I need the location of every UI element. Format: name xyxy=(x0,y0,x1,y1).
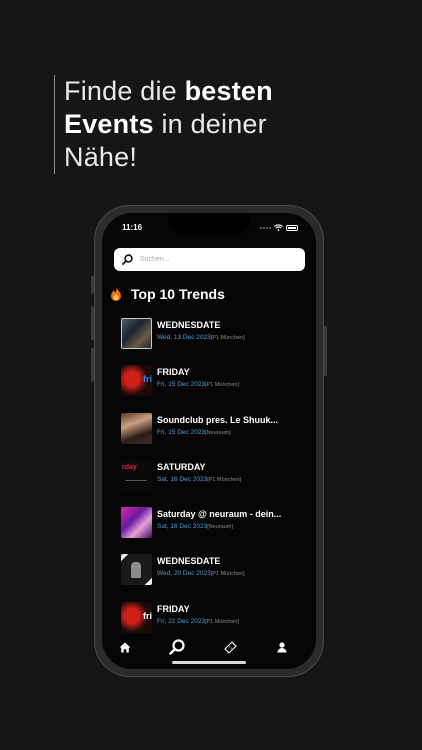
thumbnail-text-decoration: fri xyxy=(143,374,152,385)
phone-power-button xyxy=(324,326,327,376)
phone-volume-down xyxy=(91,348,94,382)
headline-line-3: Nähe! xyxy=(64,141,384,174)
event-date: Sat, 16 Dec 2023 xyxy=(157,523,208,531)
event-name: WEDNESDATE xyxy=(157,320,221,330)
event-date: Sat, 16 Dec 2023 xyxy=(157,475,208,483)
fire-icon xyxy=(111,287,121,301)
tab-profile[interactable] xyxy=(272,637,292,657)
signal-icon xyxy=(260,226,271,229)
event-item[interactable]: WEDNESDATE Wed, 13 Dec 2023[P1 München] xyxy=(121,318,311,365)
event-name: FRIDAY xyxy=(157,603,190,614)
event-item[interactable]: rday SATURDAY Sat, 16 Dec 2023[P1 Münche… xyxy=(121,459,311,507)
section-header: Top 10 Trends xyxy=(110,286,225,302)
thumbnail-line-decoration xyxy=(125,479,147,481)
headline-emphasis: Events xyxy=(64,109,154,139)
event-date: Wed, 13 Dec 2023 xyxy=(157,334,211,341)
tab-tickets[interactable] xyxy=(220,637,240,657)
search-icon xyxy=(169,639,185,655)
marketing-headline: Finde die besten Events in deiner Nähe! xyxy=(54,75,384,174)
event-thumbnail: rday xyxy=(121,459,152,491)
event-thumbnail xyxy=(121,412,152,444)
event-item[interactable]: Soundclub pres. Le Shuuk... Fri, 15 Dec … xyxy=(121,412,311,460)
phone-frame: 11:16 Top 10 Trend xyxy=(91,205,327,677)
event-date: Fri, 15 Dec 2023 xyxy=(157,428,206,436)
status-time: 11:16 xyxy=(122,223,143,232)
headline-text: Nähe! xyxy=(64,142,138,172)
profile-icon xyxy=(277,641,287,652)
event-name: Soundclub pres. Le Shuuk... xyxy=(157,414,279,425)
section-title: Top 10 Trends xyxy=(131,286,225,302)
home-indicator[interactable] xyxy=(172,661,246,664)
thumbnail-text-decoration: fri xyxy=(143,610,152,621)
event-date: Fri, 15 Dec 2023 xyxy=(157,381,206,389)
event-item[interactable]: fri FRIDAY Fri, 15 Dec 2023[P1 München] xyxy=(121,365,311,412)
headline-text: in deiner xyxy=(153,109,267,139)
home-icon xyxy=(119,642,131,652)
headline-line-1: Finde die besten xyxy=(64,75,384,108)
event-thumbnail xyxy=(121,507,152,539)
phone-mute-switch xyxy=(91,276,94,294)
event-date: Wed, 20 Dec 2023 xyxy=(157,570,211,578)
search-input[interactable] xyxy=(140,256,290,263)
app-screen: 11:16 Top 10 Trend xyxy=(102,213,316,669)
event-list: WEDNESDATE Wed, 13 Dec 2023[P1 München] … xyxy=(121,318,311,649)
event-venue: [P1 München] xyxy=(210,335,245,341)
headline-emphasis: besten xyxy=(184,76,273,106)
status-icons xyxy=(260,224,298,231)
event-venue: [P1 München] xyxy=(205,382,239,389)
event-thumbnail: fri xyxy=(121,365,152,397)
tab-home[interactable] xyxy=(115,637,135,657)
event-date: Fri, 22 Dec 2023 xyxy=(157,617,206,625)
event-name: Saturday @ neuraum - dein... xyxy=(157,509,282,520)
wifi-icon xyxy=(274,224,283,231)
ticket-icon xyxy=(223,640,237,654)
status-bar: 11:16 xyxy=(102,223,316,237)
event-name: SATURDAY xyxy=(157,461,206,472)
battery-icon xyxy=(286,224,298,231)
tab-search[interactable] xyxy=(167,637,187,657)
search-icon xyxy=(122,254,133,265)
event-item[interactable]: WEDNESDATE Wed, 20 Dec 2023[P1 München] xyxy=(121,554,311,601)
event-venue: [Neuraum] xyxy=(205,429,231,436)
tab-bar xyxy=(102,633,316,669)
thumbnail-figure-decoration xyxy=(131,562,141,579)
thumbnail-text-decoration: rday xyxy=(122,463,137,471)
headline-line-2: Events in deiner xyxy=(64,108,384,141)
search-bar[interactable] xyxy=(114,248,305,271)
event-name: WEDNESDATE xyxy=(157,556,221,567)
event-name: FRIDAY xyxy=(157,367,190,378)
event-venue: [P1 München] xyxy=(207,476,242,483)
phone-volume-up xyxy=(91,306,94,340)
event-venue: [Neuraum] xyxy=(207,524,233,531)
event-item[interactable]: Saturday @ neuraum - dein... Sat, 16 Dec… xyxy=(121,507,311,554)
event-venue: [P1 München] xyxy=(205,618,239,625)
event-thumbnail: fri xyxy=(121,601,152,633)
event-thumbnail xyxy=(121,554,152,586)
event-venue: [P1 München] xyxy=(210,571,245,578)
headline-text: Finde die xyxy=(64,76,185,106)
event-thumbnail xyxy=(121,318,152,349)
